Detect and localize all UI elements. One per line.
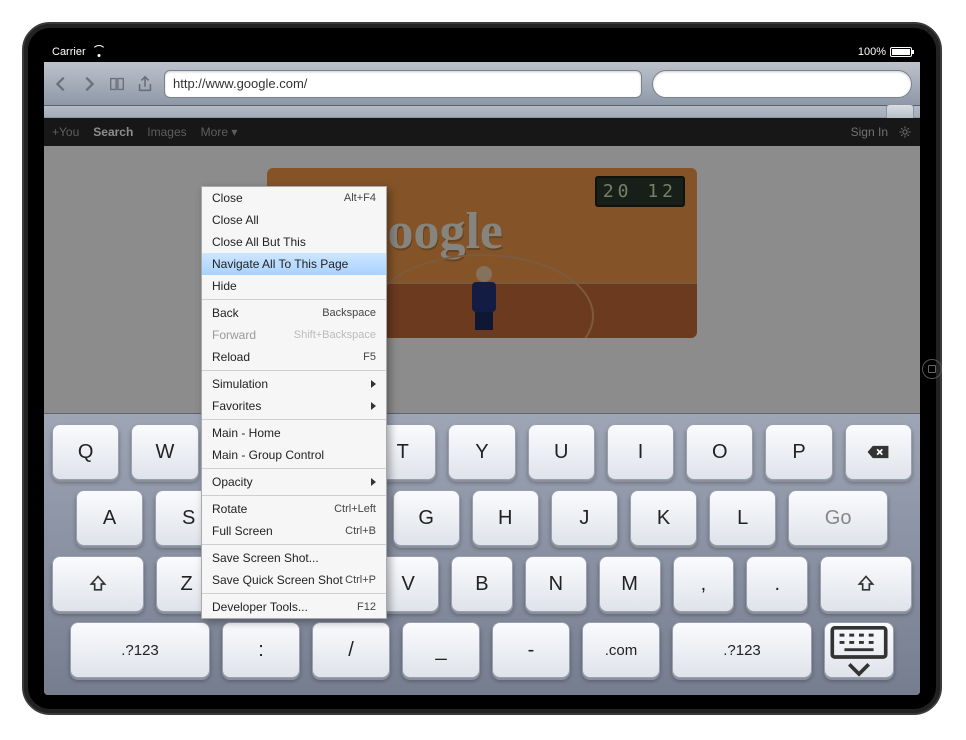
menu-item: ForwardShift+Backspace: [202, 324, 386, 346]
ipad-frame: Carrier 100%: [22, 22, 942, 715]
numeric-key-right[interactable]: .?123: [672, 622, 812, 678]
key-b[interactable]: B: [451, 556, 513, 612]
key-punct[interactable]: ,: [673, 556, 735, 612]
key-p[interactable]: P: [765, 424, 832, 480]
dotcom-key[interactable]: .com: [582, 622, 660, 678]
shift-key-right[interactable]: [820, 556, 912, 612]
menu-item[interactable]: Full ScreenCtrl+B: [202, 520, 386, 542]
menu-item[interactable]: Main - Group Control: [202, 444, 386, 466]
go-key[interactable]: Go: [788, 490, 888, 546]
menu-item[interactable]: Developer Tools...F12: [202, 596, 386, 618]
tab-strip[interactable]: [44, 106, 920, 118]
hide-keyboard-key[interactable]: [824, 622, 894, 678]
address-bar[interactable]: [164, 70, 642, 98]
back-button[interactable]: [52, 75, 70, 93]
menu-item[interactable]: RotateCtrl+Left: [202, 498, 386, 520]
key-punct[interactable]: .: [746, 556, 808, 612]
ipad-screen: Carrier 100%: [44, 42, 920, 695]
key-u[interactable]: U: [528, 424, 595, 480]
key-o[interactable]: O: [686, 424, 753, 480]
key-punct[interactable]: /: [312, 622, 390, 678]
status-bar: Carrier 100%: [44, 42, 920, 62]
backspace-key[interactable]: [845, 424, 912, 480]
key-h[interactable]: H: [472, 490, 539, 546]
menu-item[interactable]: Hide: [202, 275, 386, 297]
menu-separator: [202, 593, 386, 594]
context-menu[interactable]: CloseAlt+F4Close AllClose All But ThisNa…: [201, 186, 387, 619]
browser-toolbar: [44, 62, 920, 106]
search-field[interactable]: [652, 70, 912, 98]
battery-pct: 100%: [858, 46, 886, 58]
key-w[interactable]: W: [131, 424, 198, 480]
forward-button[interactable]: [80, 75, 98, 93]
menu-separator: [202, 370, 386, 371]
battery-icon: [890, 47, 912, 57]
bookmarks-button[interactable]: [108, 75, 126, 93]
menu-item[interactable]: Close All: [202, 209, 386, 231]
menu-item[interactable]: Main - Home: [202, 422, 386, 444]
key-k[interactable]: K: [630, 490, 697, 546]
menu-item[interactable]: ReloadF5: [202, 346, 386, 368]
menu-separator: [202, 419, 386, 420]
menu-separator: [202, 495, 386, 496]
key-l[interactable]: L: [709, 490, 776, 546]
numeric-key-left[interactable]: .?123: [70, 622, 210, 678]
key-a[interactable]: A: [76, 490, 143, 546]
menu-item[interactable]: Save Quick Screen ShotCtrl+P: [202, 569, 386, 591]
key-punct[interactable]: _: [402, 622, 480, 678]
menu-separator: [202, 299, 386, 300]
key-y[interactable]: Y: [448, 424, 515, 480]
submenu-arrow-icon: [371, 478, 376, 486]
page-content: +You Search Images More ▾ Sign In 20 12 …: [44, 118, 920, 695]
menu-item[interactable]: Save Screen Shot...: [202, 547, 386, 569]
key-punct[interactable]: -: [492, 622, 570, 678]
submenu-arrow-icon: [371, 402, 376, 410]
share-button[interactable]: [136, 75, 154, 93]
wifi-icon: [92, 47, 106, 57]
menu-item[interactable]: Favorites: [202, 395, 386, 417]
menu-item[interactable]: Navigate All To This Page: [202, 253, 386, 275]
carrier-label: Carrier: [52, 46, 86, 58]
key-n[interactable]: N: [525, 556, 587, 612]
key-j[interactable]: J: [551, 490, 618, 546]
home-button[interactable]: [922, 359, 942, 379]
menu-item[interactable]: CloseAlt+F4: [202, 187, 386, 209]
menu-separator: [202, 468, 386, 469]
key-i[interactable]: I: [607, 424, 674, 480]
key-punct[interactable]: :: [222, 622, 300, 678]
key-m[interactable]: M: [599, 556, 661, 612]
shift-key-left[interactable]: [52, 556, 144, 612]
onscreen-keyboard: QWERTYUIOP ASDFGHJKLGo ZXCVBNM,. .?123:/…: [44, 413, 920, 695]
submenu-arrow-icon: [371, 380, 376, 388]
key-g[interactable]: G: [393, 490, 460, 546]
menu-item[interactable]: Simulation: [202, 373, 386, 395]
menu-separator: [202, 544, 386, 545]
menu-item[interactable]: BackBackspace: [202, 302, 386, 324]
menu-item[interactable]: Close All But This: [202, 231, 386, 253]
menu-item[interactable]: Opacity: [202, 471, 386, 493]
key-q[interactable]: Q: [52, 424, 119, 480]
